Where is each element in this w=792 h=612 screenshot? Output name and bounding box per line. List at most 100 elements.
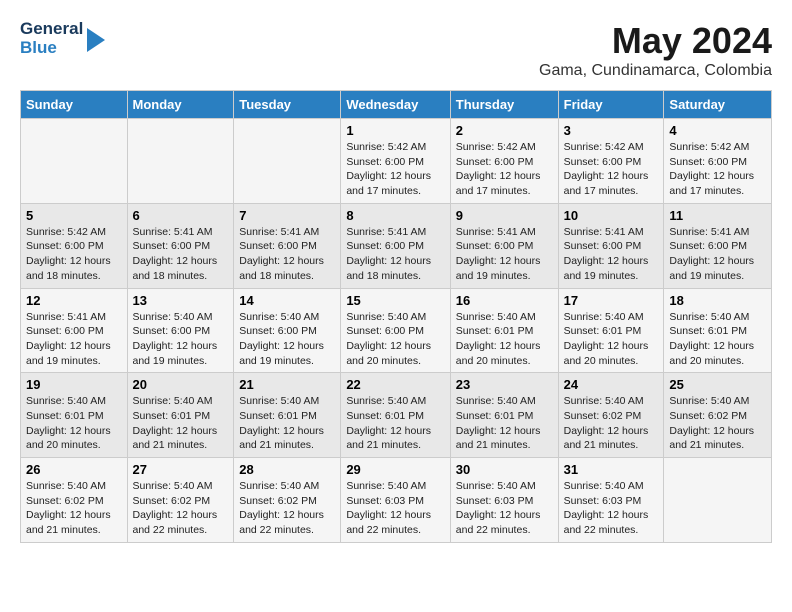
page-header: General Blue May 2024 Gama, Cundinamarca… [20,20,772,80]
calendar-cell: 20 Sunrise: 5:40 AM Sunset: 6:01 PM Dayli… [127,373,234,458]
day-number: 8 [346,208,444,223]
day-info: Sunrise: 5:40 AM Sunset: 6:02 PM Dayligh… [26,479,122,538]
col-header-monday: Monday [127,91,234,119]
day-number: 31 [564,462,659,477]
calendar-table: SundayMondayTuesdayWednesdayThursdayFrid… [20,90,772,543]
calendar-cell: 30 Sunrise: 5:40 AM Sunset: 6:03 PM Dayli… [450,458,558,543]
day-number: 25 [669,377,766,392]
day-info: Sunrise: 5:40 AM Sunset: 6:02 PM Dayligh… [669,394,766,453]
calendar-cell: 17 Sunrise: 5:40 AM Sunset: 6:01 PM Dayli… [558,288,664,373]
day-info: Sunrise: 5:41 AM Sunset: 6:00 PM Dayligh… [669,225,766,284]
day-info: Sunrise: 5:42 AM Sunset: 6:00 PM Dayligh… [456,140,553,199]
day-info: Sunrise: 5:40 AM Sunset: 6:03 PM Dayligh… [346,479,444,538]
calendar-cell: 15 Sunrise: 5:40 AM Sunset: 6:00 PM Dayli… [341,288,450,373]
calendar-cell: 8 Sunrise: 5:41 AM Sunset: 6:00 PM Daylig… [341,203,450,288]
calendar-cell: 18 Sunrise: 5:40 AM Sunset: 6:01 PM Dayli… [664,288,772,373]
day-info: Sunrise: 5:40 AM Sunset: 6:02 PM Dayligh… [239,479,335,538]
day-info: Sunrise: 5:40 AM Sunset: 6:02 PM Dayligh… [564,394,659,453]
calendar-cell [127,119,234,204]
calendar-cell: 19 Sunrise: 5:40 AM Sunset: 6:01 PM Dayli… [21,373,128,458]
day-info: Sunrise: 5:40 AM Sunset: 6:02 PM Dayligh… [133,479,229,538]
calendar-cell: 26 Sunrise: 5:40 AM Sunset: 6:02 PM Dayli… [21,458,128,543]
week-row: 1Sunrise: 5:42 AM Sunset: 6:00 PM Daylig… [21,119,772,204]
calendar-cell: 2 Sunrise: 5:42 AM Sunset: 6:00 PM Daylig… [450,119,558,204]
day-info: Sunrise: 5:40 AM Sunset: 6:03 PM Dayligh… [456,479,553,538]
col-header-saturday: Saturday [664,91,772,119]
logo-line1: General [20,20,83,39]
day-number: 6 [133,208,229,223]
logo-arrow-icon [87,28,105,52]
calendar-cell: 21Sunrise: 5:40 AM Sunset: 6:01 PM Dayli… [234,373,341,458]
day-number: 20 [133,377,229,392]
day-number: 19 [26,377,122,392]
calendar-cell [21,119,128,204]
week-row: 5Sunrise: 5:42 AM Sunset: 6:00 PM Daylig… [21,203,772,288]
day-info: Sunrise: 5:40 AM Sunset: 6:00 PM Dayligh… [346,310,444,369]
day-number: 7 [239,208,335,223]
week-row: 12Sunrise: 5:41 AM Sunset: 6:00 PM Dayli… [21,288,772,373]
calendar-cell: 3Sunrise: 5:42 AM Sunset: 6:00 PM Daylig… [558,119,664,204]
day-info: Sunrise: 5:40 AM Sunset: 6:01 PM Dayligh… [26,394,122,453]
calendar-cell: 11Sunrise: 5:41 AM Sunset: 6:00 PM Dayli… [664,203,772,288]
day-number: 10 [564,208,659,223]
calendar-cell [664,458,772,543]
logo: General Blue [20,20,105,57]
day-info: Sunrise: 5:42 AM Sunset: 6:00 PM Dayligh… [564,140,659,199]
day-number: 18 [669,293,766,308]
day-number: 21 [239,377,335,392]
logo-line2: Blue [20,39,83,58]
day-number: 2 [456,123,553,138]
day-number: 29 [346,462,444,477]
day-number: 30 [456,462,553,477]
day-number: 9 [456,208,553,223]
week-row: 19 Sunrise: 5:40 AM Sunset: 6:01 PM Dayli… [21,373,772,458]
calendar-cell: 22 Sunrise: 5:40 AM Sunset: 6:01 PM Dayli… [341,373,450,458]
calendar-cell: 7Sunrise: 5:41 AM Sunset: 6:00 PM Daylig… [234,203,341,288]
calendar-cell: 13 Sunrise: 5:40 AM Sunset: 6:00 PM Dayli… [127,288,234,373]
day-info: Sunrise: 5:41 AM Sunset: 6:00 PM Dayligh… [346,225,444,284]
day-number: 15 [346,293,444,308]
day-info: Sunrise: 5:40 AM Sunset: 6:01 PM Dayligh… [669,310,766,369]
calendar-cell: 16 Sunrise: 5:40 AM Sunset: 6:01 PM Dayli… [450,288,558,373]
day-info: Sunrise: 5:42 AM Sunset: 6:00 PM Dayligh… [669,140,766,199]
calendar-cell: 1Sunrise: 5:42 AM Sunset: 6:00 PM Daylig… [341,119,450,204]
day-number: 14 [239,293,335,308]
calendar-cell: 9Sunrise: 5:41 AM Sunset: 6:00 PM Daylig… [450,203,558,288]
day-info: Sunrise: 5:41 AM Sunset: 6:00 PM Dayligh… [564,225,659,284]
day-info: Sunrise: 5:40 AM Sunset: 6:01 PM Dayligh… [456,310,553,369]
calendar-cell: 29 Sunrise: 5:40 AM Sunset: 6:03 PM Dayli… [341,458,450,543]
calendar-cell: 23Sunrise: 5:40 AM Sunset: 6:01 PM Dayli… [450,373,558,458]
main-title: May 2024 [539,20,772,62]
calendar-cell: 12Sunrise: 5:41 AM Sunset: 6:00 PM Dayli… [21,288,128,373]
calendar-cell: 28 Sunrise: 5:40 AM Sunset: 6:02 PM Dayli… [234,458,341,543]
subtitle: Gama, Cundinamarca, Colombia [539,62,772,80]
calendar-cell: 4Sunrise: 5:42 AM Sunset: 6:00 PM Daylig… [664,119,772,204]
day-number: 12 [26,293,122,308]
calendar-cell: 6 Sunrise: 5:41 AM Sunset: 6:00 PM Daylig… [127,203,234,288]
day-number: 24 [564,377,659,392]
day-number: 26 [26,462,122,477]
day-number: 13 [133,293,229,308]
calendar-cell: 27Sunrise: 5:40 AM Sunset: 6:02 PM Dayli… [127,458,234,543]
day-number: 17 [564,293,659,308]
day-info: Sunrise: 5:40 AM Sunset: 6:01 PM Dayligh… [456,394,553,453]
calendar-cell: 14Sunrise: 5:40 AM Sunset: 6:00 PM Dayli… [234,288,341,373]
calendar-cell: 5Sunrise: 5:42 AM Sunset: 6:00 PM Daylig… [21,203,128,288]
col-header-tuesday: Tuesday [234,91,341,119]
calendar-cell: 31Sunrise: 5:40 AM Sunset: 6:03 PM Dayli… [558,458,664,543]
calendar-cell: 24 Sunrise: 5:40 AM Sunset: 6:02 PM Dayli… [558,373,664,458]
day-number: 16 [456,293,553,308]
day-info: Sunrise: 5:40 AM Sunset: 6:00 PM Dayligh… [133,310,229,369]
day-info: Sunrise: 5:40 AM Sunset: 6:01 PM Dayligh… [133,394,229,453]
col-header-sunday: Sunday [21,91,128,119]
day-info: Sunrise: 5:40 AM Sunset: 6:01 PM Dayligh… [564,310,659,369]
day-number: 5 [26,208,122,223]
day-info: Sunrise: 5:40 AM Sunset: 6:01 PM Dayligh… [346,394,444,453]
day-number: 22 [346,377,444,392]
col-header-thursday: Thursday [450,91,558,119]
col-header-wednesday: Wednesday [341,91,450,119]
day-number: 28 [239,462,335,477]
day-info: Sunrise: 5:41 AM Sunset: 6:00 PM Dayligh… [133,225,229,284]
calendar-cell [234,119,341,204]
week-row: 26 Sunrise: 5:40 AM Sunset: 6:02 PM Dayli… [21,458,772,543]
